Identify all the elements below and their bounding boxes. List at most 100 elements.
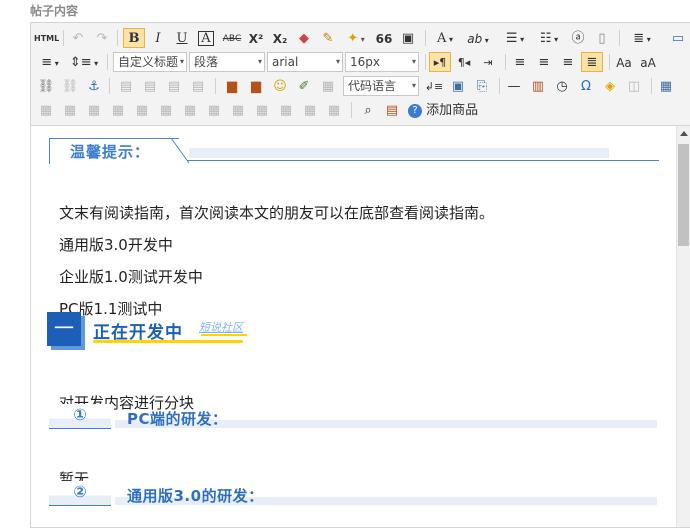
justify-center-icon[interactable]: ≡ (533, 52, 555, 72)
directionality-rtl-icon[interactable]: ¶◂ (453, 52, 475, 72)
charts-icon[interactable]: ▦ (323, 100, 345, 120)
backcolor-label: ab (467, 32, 483, 46)
insert-image-icon[interactable]: ▆ (221, 76, 243, 96)
scroll-up-arrow-icon[interactable] (680, 131, 688, 136)
italic-button[interactable]: I (147, 28, 169, 48)
cleardoc-icon[interactable]: ▯ (591, 28, 613, 48)
rowspacing-top-icon[interactable]: ≣ ▾ (625, 28, 659, 48)
merge-right-icon[interactable]: ▦ (203, 100, 225, 120)
unordered-list-icon[interactable]: ☷ ▾ (533, 28, 565, 48)
status-line-1: 通用版3.0开发中 (59, 236, 173, 254)
lineheight-icon[interactable]: ⇕≡ ▾ (67, 52, 101, 72)
search-replace-icon[interactable]: ⌕ (357, 100, 379, 120)
preview-icon[interactable]: ▭ (667, 28, 689, 48)
insert-paragraph-before-table-icon[interactable]: ▦ (59, 100, 81, 120)
superscript-button[interactable]: X² (245, 28, 267, 48)
template-icon[interactable]: ◫ (623, 76, 645, 96)
indent-icon[interactable]: ⇥ (477, 52, 499, 72)
format-painter-icon[interactable]: ✎ (317, 28, 339, 48)
selectall-icon[interactable]: ⓐ (567, 28, 589, 48)
directionality-ltr-icon[interactable]: ▸¶ (429, 52, 451, 72)
underline-button[interactable]: U (171, 28, 193, 48)
subscript-button[interactable]: X₂ (269, 28, 291, 48)
scrollbar-thumb[interactable] (678, 144, 689, 246)
section1-tag: 短说社区 (199, 321, 243, 334)
special-chars-icon[interactable]: Ω (575, 76, 597, 96)
insert-table-icon[interactable]: ▦ (655, 76, 677, 96)
tip-underline (187, 160, 659, 161)
section1-number: 一 (47, 312, 81, 346)
section1-tag-underline (201, 334, 247, 336)
delete-row-icon[interactable]: ▦ (107, 100, 129, 120)
code-language-select[interactable]: 代码语言 ▾ (343, 76, 419, 96)
image-right-icon[interactable]: ▤ (163, 76, 185, 96)
rowspacing-bottom-icon[interactable]: ≡ ▾ (35, 52, 65, 72)
fontborder-button[interactable]: A (195, 28, 217, 48)
time-icon[interactable]: ◷ (551, 76, 573, 96)
vertical-scrollbar[interactable] (676, 126, 690, 527)
redo-icon[interactable]: ↷ (91, 28, 113, 48)
blockquote-button[interactable]: 66 (373, 28, 395, 48)
editor-content[interactable]: 温馨提示： 文末有阅读指南，首次阅读本文的朋友可以在底部查看阅读指南。 通用版3… (31, 126, 677, 527)
pasteplain-icon[interactable]: ▣ (397, 28, 419, 48)
anchor-icon[interactable]: ⚓ (83, 76, 105, 96)
sub1-number: ① (49, 404, 111, 429)
undo-icon[interactable]: ↶ (67, 28, 89, 48)
strikethrough-button[interactable]: ABC (219, 28, 245, 48)
image-center-icon[interactable]: ▤ (187, 76, 209, 96)
insert-col-icon[interactable]: ▦ (131, 100, 153, 120)
delete-col-icon[interactable]: ▦ (155, 100, 177, 120)
tolowercase-icon[interactable]: aA (637, 52, 659, 72)
font-size-select[interactable]: 16px ▾ (345, 52, 419, 72)
paragraph-select[interactable]: 段落 ▾ (189, 52, 265, 72)
paste-icon[interactable]: ▤ (381, 100, 403, 120)
eraser-icon[interactable]: ◆ (293, 28, 315, 48)
touppercase-icon[interactable]: Aa (613, 52, 635, 72)
image-left-icon[interactable]: ▤ (139, 76, 161, 96)
justify-full-icon[interactable]: ≣ (581, 52, 603, 72)
justify-right-icon[interactable]: ≡ (557, 52, 579, 72)
section1-underline (93, 340, 243, 343)
rich-text-editor: HTML ↶ ↷ B I U A ABC X² X₂ ◆ ✎ ✦ ▾ 66 ▣ … (30, 22, 690, 528)
forecolor-button[interactable]: A ▾ (429, 28, 461, 48)
merge-cells-icon[interactable]: ▦ (179, 100, 201, 120)
map-icon[interactable]: ◈ (599, 76, 621, 96)
pagebreak-icon[interactable]: ↲≡ (423, 76, 445, 96)
horizontal-rule-icon[interactable]: — (503, 76, 525, 96)
font-family-select[interactable]: arial ▾ (267, 52, 343, 72)
date-icon[interactable]: ▥ (527, 76, 549, 96)
sub2-title: 通用版3.0的研发： (127, 487, 264, 505)
fontborder-label: A (198, 31, 214, 46)
delete-table-icon[interactable]: ▦ (35, 100, 57, 120)
emotion-icon[interactable]: ☺ (269, 76, 291, 96)
html-source-button[interactable]: HTML (33, 28, 59, 48)
tip-header: 温馨提示： (49, 138, 659, 164)
split-to-rows-icon[interactable]: ▦ (275, 100, 297, 120)
paragraph-value: 段落 (194, 55, 219, 69)
scrawl-icon[interactable]: ✐ (293, 76, 315, 96)
ordered-list-icon[interactable]: ☰ ▾ (499, 28, 531, 48)
unlink-icon[interactable]: ⛓ (59, 76, 81, 96)
multi-image-icon[interactable]: ▆ (245, 76, 267, 96)
custom-title-select[interactable]: 自定义标题 ▾ (113, 52, 187, 72)
webapp-icon[interactable]: ⎘ (471, 76, 493, 96)
custom-title-value: 自定义标题 (118, 55, 179, 69)
split-to-cols-icon[interactable]: ▦ (299, 100, 321, 120)
autotypeset-icon[interactable]: ✦ ▾ (341, 28, 371, 48)
bold-button[interactable]: B (123, 28, 145, 48)
backcolor-button[interactable]: ab ▾ (463, 28, 493, 48)
justify-left-icon[interactable]: ≡ (509, 52, 531, 72)
insert-row-icon[interactable]: ▦ (83, 100, 105, 120)
editor-toolbar: HTML ↶ ↷ B I U A ABC X² X₂ ◆ ✎ ✦ ▾ 66 ▣ … (31, 23, 690, 126)
help-icon: ? (408, 104, 422, 118)
add-goods-button[interactable]: ? 添加商品 (405, 100, 489, 120)
forecolor-label: A (437, 31, 447, 46)
link-icon[interactable]: ⛓ (35, 76, 57, 96)
insert-video-icon[interactable]: ▦ (317, 76, 339, 96)
image-none-icon[interactable]: ▤ (115, 76, 137, 96)
status-line-2: 企业版1.0测试开发中 (59, 268, 203, 286)
insert-frame-icon[interactable]: ▣ (447, 76, 469, 96)
split-to-cells-icon[interactable]: ▦ (251, 100, 273, 120)
merge-down-icon[interactable]: ▦ (227, 100, 249, 120)
font-size-value: 16px (350, 55, 380, 69)
